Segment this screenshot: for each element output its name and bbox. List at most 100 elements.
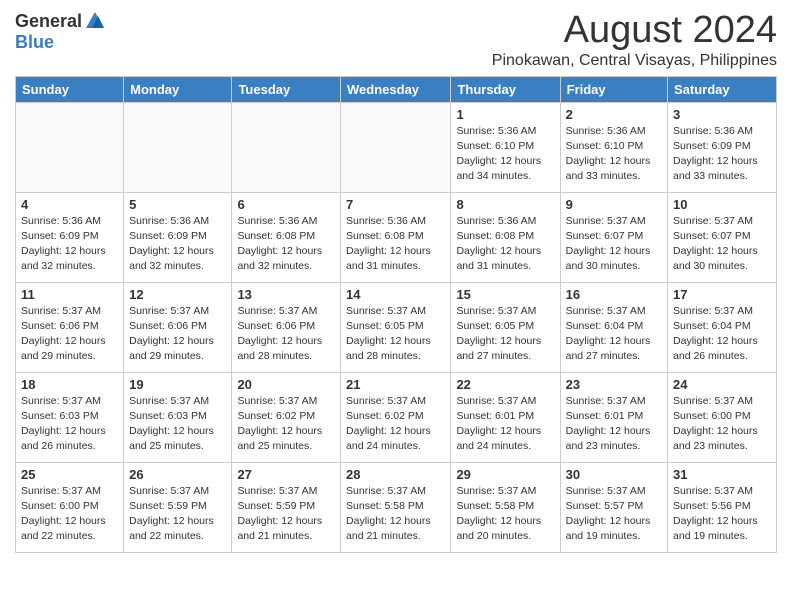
day-info: Sunrise: 5:36 AMSunset: 6:10 PMDaylight:… (456, 124, 554, 185)
day-number: 21 (346, 377, 445, 392)
day-number: 14 (346, 287, 445, 302)
day-info: Sunrise: 5:37 AMSunset: 6:07 PMDaylight:… (566, 214, 662, 275)
location-title: Pinokawan, Central Visayas, Philippines (492, 52, 777, 70)
week-row: 25 Sunrise: 5:37 AMSunset: 6:00 PMDayligh… (16, 462, 777, 552)
day-info: Sunrise: 5:36 AMSunset: 6:08 PMDaylight:… (346, 214, 445, 275)
day-info: Sunrise: 5:37 AMSunset: 6:02 PMDaylight:… (346, 394, 445, 455)
week-row: 18 Sunrise: 5:37 AMSunset: 6:03 PMDayligh… (16, 372, 777, 462)
calendar-cell: 8Sunrise: 5:36 AMSunset: 6:08 PMDaylight… (451, 192, 560, 282)
calendar-header-row: SundayMondayTuesdayWednesdayThursdayFrid… (16, 76, 777, 102)
calendar-cell: 17Sunrise: 5:37 AMSunset: 6:04 PMDayligh… (668, 282, 777, 372)
day-number: 16 (566, 287, 662, 302)
calendar-cell (341, 102, 451, 192)
header: General Blue August 2024 Pinokawan, Cent… (15, 10, 777, 70)
week-row: 11 Sunrise: 5:37 AMSunset: 6:06 PMDayligh… (16, 282, 777, 372)
weekday-header: Wednesday (341, 76, 451, 102)
calendar-cell: 1 Sunrise: 5:36 AMSunset: 6:10 PMDaylight… (451, 102, 560, 192)
day-number: 8 (456, 197, 554, 212)
day-number: 7 (346, 197, 445, 212)
day-number: 11 (21, 287, 118, 302)
day-info: Sunrise: 5:37 AMSunset: 6:04 PMDaylight:… (566, 304, 662, 365)
calendar-cell: 3 Sunrise: 5:36 AMSunset: 6:09 PMDaylight… (668, 102, 777, 192)
calendar-cell: 10Sunrise: 5:37 AMSunset: 6:07 PMDayligh… (668, 192, 777, 282)
day-number: 30 (566, 467, 662, 482)
day-info: Sunrise: 5:37 AMSunset: 6:01 PMDaylight:… (566, 394, 662, 455)
day-info: Sunrise: 5:37 AMSunset: 6:00 PMDaylight:… (21, 484, 118, 545)
calendar-cell (124, 102, 232, 192)
day-number: 26 (129, 467, 226, 482)
weekday-header: Sunday (16, 76, 124, 102)
day-number: 20 (237, 377, 335, 392)
logo-general-text: General (15, 11, 82, 32)
calendar-cell: 31 Sunrise: 5:37 AMSunset: 5:56 PMDayligh… (668, 462, 777, 552)
day-number: 6 (237, 197, 335, 212)
calendar-cell: 23 Sunrise: 5:37 AMSunset: 6:01 PMDayligh… (560, 372, 667, 462)
title-block: August 2024 Pinokawan, Central Visayas, … (492, 10, 777, 70)
calendar-cell: 7 Sunrise: 5:36 AMSunset: 6:08 PMDaylight… (341, 192, 451, 282)
logo-icon (84, 10, 106, 32)
week-row: 1 Sunrise: 5:36 AMSunset: 6:10 PMDaylight… (16, 102, 777, 192)
day-number: 13 (237, 287, 335, 302)
calendar-cell: 16 Sunrise: 5:37 AMSunset: 6:04 PMDayligh… (560, 282, 667, 372)
weekday-header: Monday (124, 76, 232, 102)
day-info: Sunrise: 5:37 AMSunset: 6:05 PMDaylight:… (456, 304, 554, 365)
day-info: Sunrise: 5:37 AMSunset: 5:58 PMDaylight:… (346, 484, 445, 545)
day-number: 1 (456, 107, 554, 122)
calendar-cell: 15 Sunrise: 5:37 AMSunset: 6:05 PMDayligh… (451, 282, 560, 372)
day-info: Sunrise: 5:37 AMSunset: 6:07 PMDaylight:… (673, 214, 771, 275)
day-info: Sunrise: 5:37 AMSunset: 6:01 PMDaylight:… (456, 394, 554, 455)
day-info: Sunrise: 5:37 AMSunset: 6:04 PMDaylight:… (673, 304, 771, 365)
calendar-cell: 19 Sunrise: 5:37 AMSunset: 6:03 PMDayligh… (124, 372, 232, 462)
day-info: Sunrise: 5:37 AMSunset: 6:00 PMDaylight:… (673, 394, 771, 455)
calendar-cell: 29Sunrise: 5:37 AMSunset: 5:58 PMDayligh… (451, 462, 560, 552)
calendar-page: General Blue August 2024 Pinokawan, Cent… (0, 0, 792, 563)
calendar-cell: 12Sunrise: 5:37 AMSunset: 6:06 PMDayligh… (124, 282, 232, 372)
day-number: 9 (566, 197, 662, 212)
calendar-cell: 2 Sunrise: 5:36 AMSunset: 6:10 PMDaylight… (560, 102, 667, 192)
day-info: Sunrise: 5:37 AMSunset: 5:59 PMDaylight:… (129, 484, 226, 545)
logo: General Blue (15, 10, 106, 53)
day-number: 23 (566, 377, 662, 392)
calendar-cell: 21 Sunrise: 5:37 AMSunset: 6:02 PMDayligh… (341, 372, 451, 462)
day-number: 18 (21, 377, 118, 392)
day-info: Sunrise: 5:37 AMSunset: 5:56 PMDaylight:… (673, 484, 771, 545)
day-info: Sunrise: 5:37 AMSunset: 6:06 PMDaylight:… (129, 304, 226, 365)
day-number: 15 (456, 287, 554, 302)
calendar-cell: 20 Sunrise: 5:37 AMSunset: 6:02 PMDayligh… (232, 372, 341, 462)
day-number: 5 (129, 197, 226, 212)
calendar-cell: 14 Sunrise: 5:37 AMSunset: 6:05 PMDayligh… (341, 282, 451, 372)
calendar-cell: 5 Sunrise: 5:36 AMSunset: 6:09 PMDaylight… (124, 192, 232, 282)
calendar-cell: 25 Sunrise: 5:37 AMSunset: 6:00 PMDayligh… (16, 462, 124, 552)
calendar-cell: 6Sunrise: 5:36 AMSunset: 6:08 PMDaylight… (232, 192, 341, 282)
day-info: Sunrise: 5:36 AMSunset: 6:09 PMDaylight:… (673, 124, 771, 185)
calendar-cell: 22 Sunrise: 5:37 AMSunset: 6:01 PMDayligh… (451, 372, 560, 462)
calendar-cell: 4Sunrise: 5:36 AMSunset: 6:09 PMDaylight… (16, 192, 124, 282)
day-number: 25 (21, 467, 118, 482)
logo-blue-text: Blue (15, 32, 54, 53)
day-number: 28 (346, 467, 445, 482)
calendar-cell (16, 102, 124, 192)
day-info: Sunrise: 5:37 AMSunset: 6:03 PMDaylight:… (129, 394, 226, 455)
weekday-header: Thursday (451, 76, 560, 102)
day-number: 31 (673, 467, 771, 482)
day-number: 4 (21, 197, 118, 212)
day-info: Sunrise: 5:37 AMSunset: 6:06 PMDaylight:… (21, 304, 118, 365)
day-number: 3 (673, 107, 771, 122)
calendar-table: SundayMondayTuesdayWednesdayThursdayFrid… (15, 76, 777, 553)
day-info: Sunrise: 5:37 AMSunset: 6:03 PMDaylight:… (21, 394, 118, 455)
day-info: Sunrise: 5:36 AMSunset: 6:10 PMDaylight:… (566, 124, 662, 185)
calendar-cell: 26 Sunrise: 5:37 AMSunset: 5:59 PMDayligh… (124, 462, 232, 552)
day-info: Sunrise: 5:37 AMSunset: 5:59 PMDaylight:… (237, 484, 335, 545)
day-info: Sunrise: 5:37 AMSunset: 6:05 PMDaylight:… (346, 304, 445, 365)
day-number: 2 (566, 107, 662, 122)
day-number: 29 (456, 467, 554, 482)
day-number: 19 (129, 377, 226, 392)
calendar-cell: 24Sunrise: 5:37 AMSunset: 6:00 PMDayligh… (668, 372, 777, 462)
day-info: Sunrise: 5:36 AMSunset: 6:09 PMDaylight:… (129, 214, 226, 275)
day-number: 22 (456, 377, 554, 392)
calendar-cell: 28 Sunrise: 5:37 AMSunset: 5:58 PMDayligh… (341, 462, 451, 552)
day-info: Sunrise: 5:37 AMSunset: 6:02 PMDaylight:… (237, 394, 335, 455)
calendar-cell (232, 102, 341, 192)
calendar-cell: 27Sunrise: 5:37 AMSunset: 5:59 PMDayligh… (232, 462, 341, 552)
calendar-cell: 18 Sunrise: 5:37 AMSunset: 6:03 PMDayligh… (16, 372, 124, 462)
